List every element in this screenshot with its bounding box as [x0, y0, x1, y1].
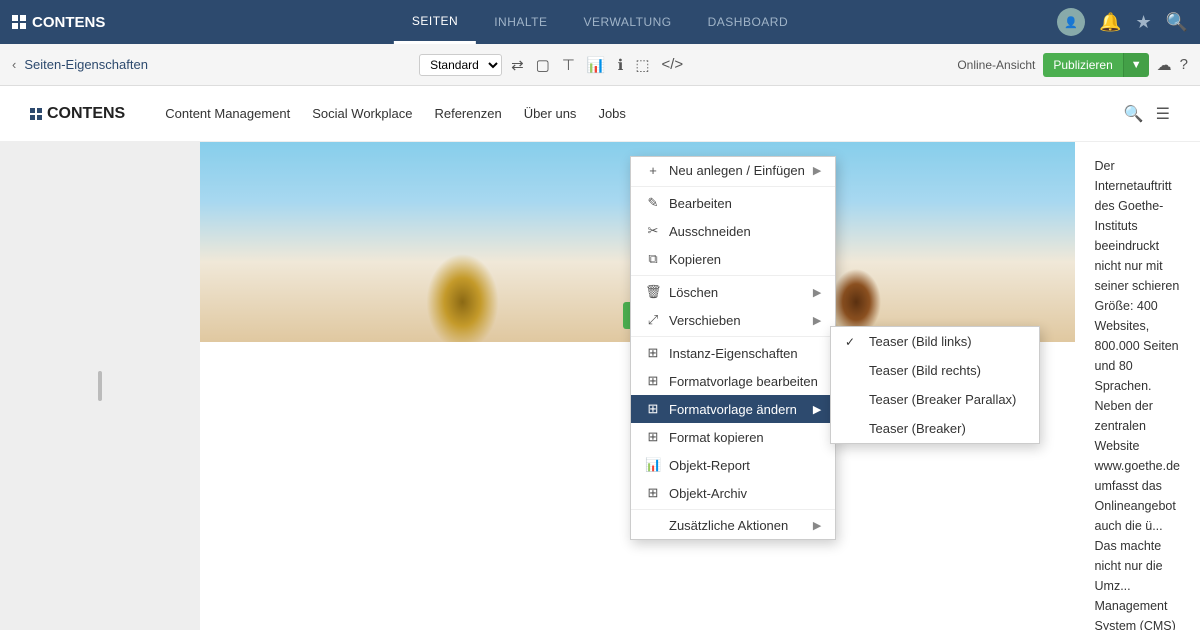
menu-arrow-neu: ▶	[813, 164, 821, 177]
menu-item-zusaetzliche-aktionen[interactable]: Zusätzliche Aktionen ▶	[631, 512, 835, 539]
breadcrumb[interactable]: Seiten-Eigenschaften	[24, 57, 148, 72]
submenu-label-teaser-bild-rechts: Teaser (Bild rechts)	[869, 363, 981, 378]
brand-name: CONTENS	[32, 14, 105, 31]
chart-icon[interactable]: 📊	[584, 53, 609, 77]
menu-icon-kopieren: ⧉	[645, 251, 661, 267]
menu-arrow-verschieben: ▶	[813, 314, 821, 327]
back-arrow-icon[interactable]: ‹	[12, 57, 16, 72]
menu-divider-2	[631, 275, 835, 276]
info-icon[interactable]: ℹ	[615, 53, 627, 77]
menu-arrow-zusaetzliche-aktionen: ▶	[813, 519, 821, 532]
submenu-item-teaser-breaker-parallax[interactable]: ✓ Teaser (Breaker Parallax)	[831, 385, 1039, 414]
menu-icon-ausschneiden: ✂	[645, 223, 661, 239]
submenu-item-teaser-breaker[interactable]: ✓ Teaser (Breaker)	[831, 414, 1039, 443]
menu-divider-4	[631, 509, 835, 510]
menu-item-loeschen[interactable]: 🗑 Löschen ▶	[631, 278, 835, 306]
menu-icon-objekt-archiv: ⊞	[645, 485, 661, 501]
menu-label-ausschneiden: Ausschneiden	[669, 224, 751, 239]
menu-label-objekt-report: Objekt-Report	[669, 458, 750, 473]
menu-label-objekt-archiv: Objekt-Archiv	[669, 486, 747, 501]
online-ansicht-btn[interactable]: Online-Ansicht	[957, 58, 1035, 72]
submenu-label-teaser-bild-links: Teaser (Bild links)	[869, 334, 972, 349]
toolbar: ‹ Seiten-Eigenschaften Standard ⇄ ▢ ⊤ 📊 …	[0, 44, 1200, 86]
menu-item-ausschneiden[interactable]: ✂ Ausschneiden	[631, 217, 835, 245]
menu-label-verschieben: Verschieben	[669, 313, 741, 328]
notification-icon[interactable]: 🔔	[1099, 12, 1121, 33]
menu-icon-objekt-report: 📊	[645, 457, 661, 473]
context-menu: + Neu anlegen / Einfügen ▶ ✎ Bearbeiten …	[630, 156, 836, 540]
menu-icon-formatvorlage-bearbeiten: ⊞	[645, 373, 661, 389]
brand-logo[interactable]: CONTENS	[12, 14, 105, 31]
tab-inhalte[interactable]: INHALTE	[476, 0, 565, 44]
submenu-item-teaser-bild-rechts[interactable]: ✓ Teaser (Bild rechts)	[831, 356, 1039, 385]
menu-item-objekt-archiv[interactable]: ⊞ Objekt-Archiv	[631, 479, 835, 507]
menu-label-instanz: Instanz-Eigenschaften	[669, 346, 798, 361]
search-icon[interactable]: 🔍	[1166, 12, 1188, 33]
tab-seiten[interactable]: SEITEN	[394, 0, 476, 44]
code-icon[interactable]: </>	[659, 53, 687, 76]
tab-verwaltung[interactable]: VERWALTUNG	[566, 0, 690, 44]
menu-label-bearbeiten: Bearbeiten	[669, 196, 732, 211]
menu-icon-formatvorlage-aendern: ⊞	[645, 401, 661, 417]
menu-icon-verschieben: ⤢	[645, 312, 661, 328]
menu-icon-format-kopieren: ⊞	[645, 429, 661, 445]
submenu-label-teaser-breaker: Teaser (Breaker)	[869, 421, 966, 436]
menu-icon-loeschen: 🗑	[645, 284, 661, 300]
avatar[interactable]: 👤	[1057, 8, 1085, 36]
menu-label-formatvorlage-aendern: Formatvorlage ändern	[669, 402, 797, 417]
menu-arrow-loeschen: ▶	[813, 286, 821, 299]
publish-group: Publizieren ▼	[1043, 53, 1148, 77]
help-icon[interactable]: ?	[1180, 56, 1188, 73]
submenu-item-teaser-bild-links[interactable]: ✓ Teaser (Bild links)	[831, 327, 1039, 356]
menu-item-formatvorlage-bearbeiten[interactable]: ⊞ Formatvorlage bearbeiten	[631, 367, 835, 395]
standard-select[interactable]: Standard	[419, 54, 502, 76]
website-preview: CONTENS Content Management Social Workpl…	[0, 86, 1200, 630]
menu-label-format-kopieren: Format kopieren	[669, 430, 764, 445]
menu-item-kopieren[interactable]: ⧉ Kopieren	[631, 245, 835, 273]
tab-dashboard[interactable]: DASHBOARD	[690, 0, 807, 44]
menu-item-format-kopieren[interactable]: ⊞ Format kopieren	[631, 423, 835, 451]
menu-label-formatvorlage-bearbeiten: Formatvorlage bearbeiten	[669, 374, 818, 389]
toolbar-center: Standard ⇄ ▢ ⊤ 📊 ℹ ⬚ </>	[419, 53, 686, 77]
menu-divider-3	[631, 336, 835, 337]
menu-label-zusaetzliche-aktionen: Zusätzliche Aktionen	[669, 518, 788, 533]
menu-divider-1	[631, 186, 835, 187]
toolbar-right: Online-Ansicht Publizieren ▼ ☁ ?	[957, 53, 1188, 77]
top-nav-right: 👤 🔔 ★ 🔍	[1057, 8, 1188, 36]
submenu-label-teaser-breaker-parallax: Teaser (Breaker Parallax)	[869, 392, 1016, 407]
main-tabs: SEITEN INHALTE VERWALTUNG DASHBOARD	[394, 0, 806, 44]
check-icon-teaser-bild-links: ✓	[845, 335, 861, 349]
top-navigation: CONTENS SEITEN INHALTE VERWALTUNG DASHBO…	[0, 0, 1200, 44]
menu-arrow-formatvorlage-aendern: ▶	[813, 403, 821, 416]
translate-icon[interactable]: ⇄	[508, 53, 527, 77]
menu-icon-neu: +	[645, 163, 661, 178]
menu-item-instanz[interactable]: ⊞ Instanz-Eigenschaften	[631, 339, 835, 367]
star-icon[interactable]: ★	[1135, 12, 1151, 33]
menu-item-objekt-report[interactable]: 📊 Objekt-Report	[631, 451, 835, 479]
content-area: CONTENS Content Management Social Workpl…	[0, 86, 1200, 630]
menu-item-formatvorlage-aendern[interactable]: ⊞ Formatvorlage ändern ▶	[631, 395, 835, 423]
brand-grid-icon	[12, 15, 26, 29]
publish-button[interactable]: Publizieren	[1043, 53, 1122, 77]
menu-item-bearbeiten[interactable]: ✎ Bearbeiten	[631, 189, 835, 217]
filter-icon[interactable]: ⊤	[559, 53, 578, 77]
menu-icon-instanz: ⊞	[645, 345, 661, 361]
menu-label-loeschen: Löschen	[669, 285, 718, 300]
toolbar-left: ‹ Seiten-Eigenschaften	[12, 57, 148, 72]
layout-icon[interactable]: ▢	[533, 53, 553, 77]
menu-label-kopieren: Kopieren	[669, 252, 721, 267]
cloud-icon[interactable]: ☁	[1157, 56, 1172, 74]
publish-dropdown-btn[interactable]: ▼	[1123, 53, 1149, 77]
menu-icon-bearbeiten: ✎	[645, 195, 661, 211]
menu-item-neu[interactable]: + Neu anlegen / Einfügen ▶	[631, 157, 835, 184]
sub-menu-formatvorlage: ✓ Teaser (Bild links) ✓ Teaser (Bild rec…	[830, 326, 1040, 444]
menu-label-neu: Neu anlegen / Einfügen	[669, 163, 805, 178]
context-menu-overlay: + Neu anlegen / Einfügen ▶ ✎ Bearbeiten …	[0, 86, 1200, 630]
menu-item-verschieben[interactable]: ⤢ Verschieben ▶	[631, 306, 835, 334]
grid-select-icon[interactable]: ⬚	[632, 53, 652, 77]
